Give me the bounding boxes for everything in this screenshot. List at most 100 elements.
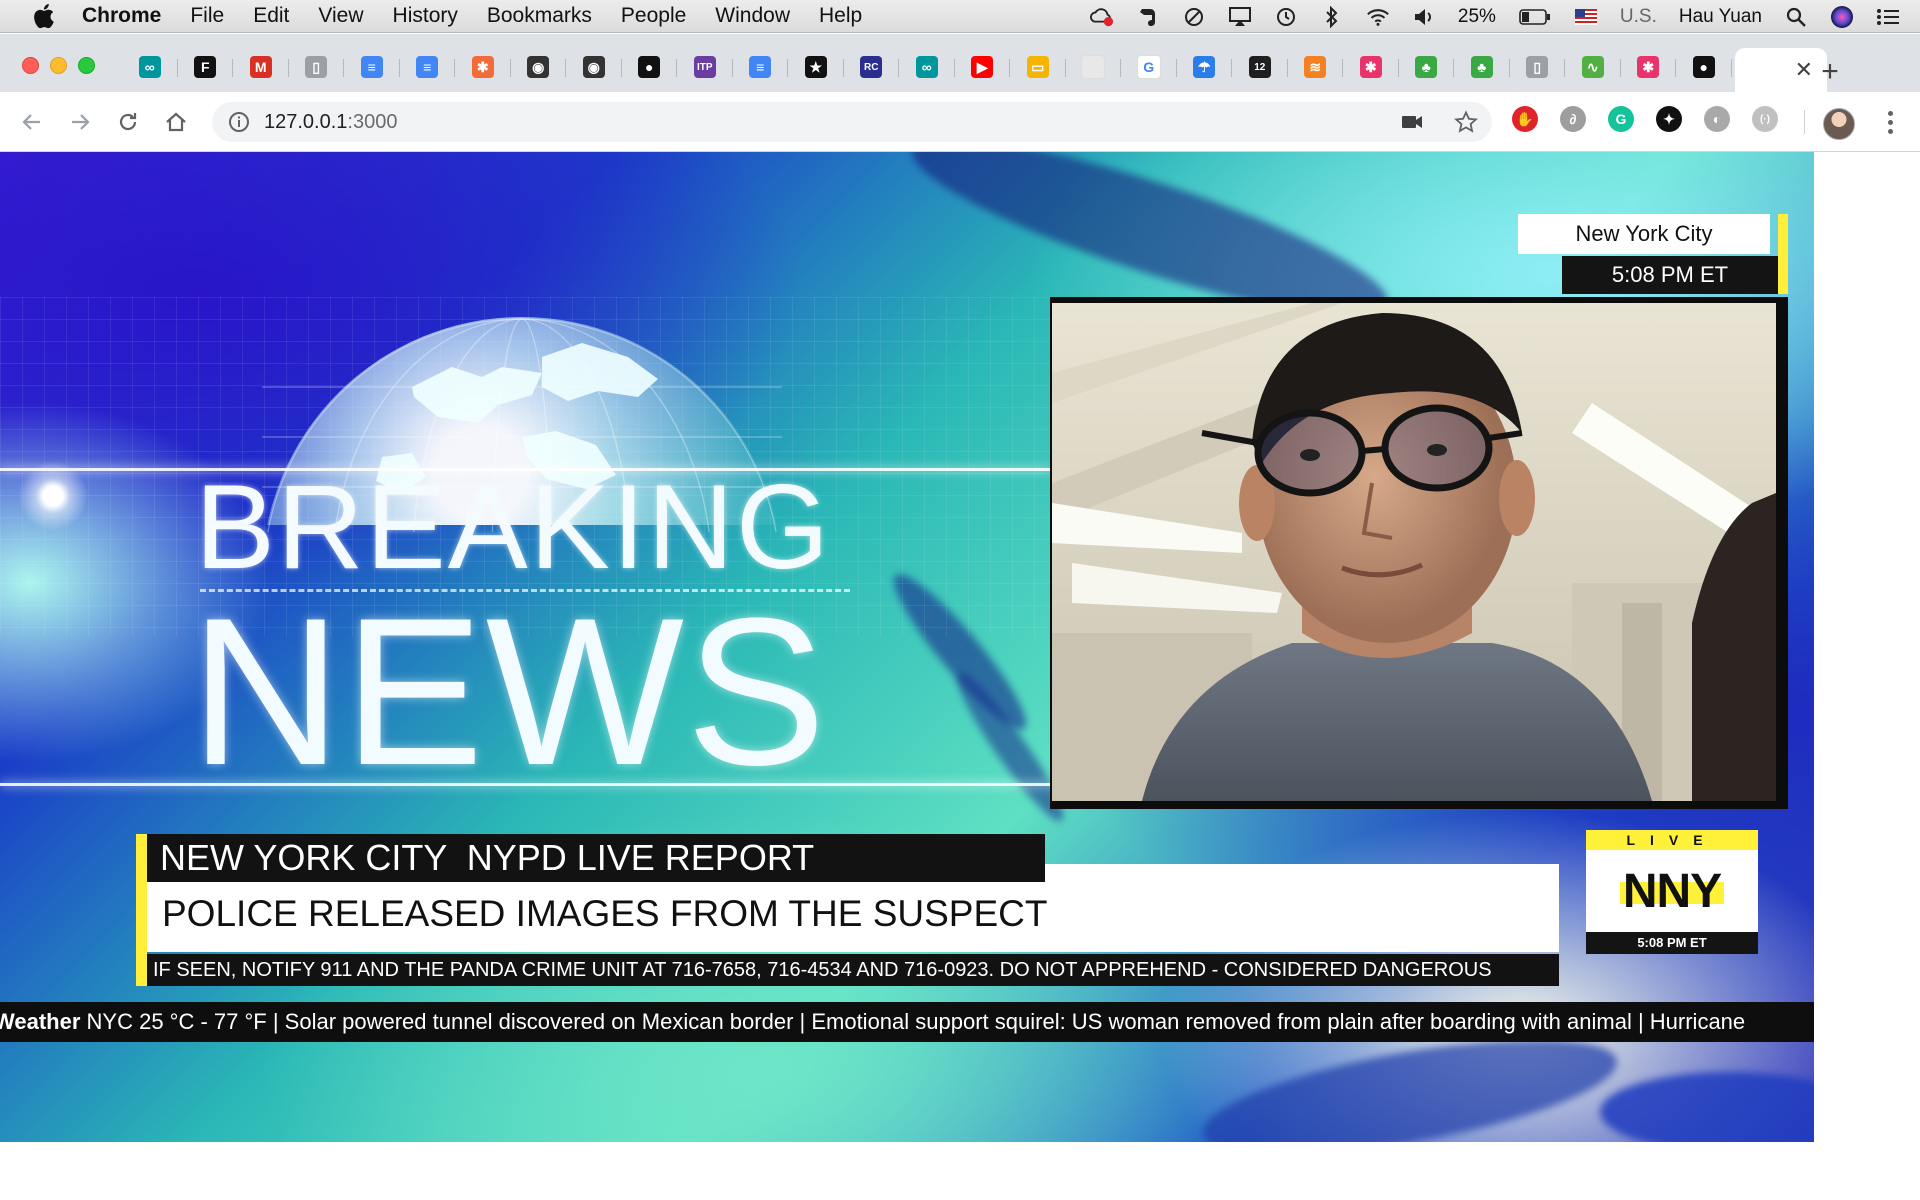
pinned-tab[interactable]: ♣ [1399, 48, 1455, 86]
airplay-icon[interactable] [1228, 5, 1252, 29]
menu-people[interactable]: People [621, 4, 686, 28]
leaf-icon: ♣ [1415, 56, 1438, 78]
address-bar[interactable]: 127.0.0.1:3000 [212, 102, 1492, 142]
pinned-tab[interactable]: ≡ [400, 48, 456, 86]
url-port: :3000 [347, 110, 398, 133]
pinned-tab[interactable]: ✱ [455, 48, 511, 86]
pinned-tab[interactable]: ∿ [1565, 48, 1621, 86]
adblock-icon[interactable]: ✋ [1512, 106, 1538, 132]
pinned-tab[interactable]: ✱ [1343, 48, 1399, 86]
pinned-tab[interactable]: ● [622, 48, 678, 86]
framer-icon: F [194, 56, 217, 78]
spotlight-search-icon[interactable] [1784, 5, 1808, 29]
volume-icon[interactable] [1412, 5, 1436, 29]
circle-extension-icon[interactable]: ◐ [1704, 106, 1730, 132]
menu-file[interactable]: File [190, 4, 224, 28]
pinned-tab[interactable]: ≡ [733, 48, 789, 86]
pin-extension-icon[interactable]: ✦ [1656, 106, 1682, 132]
pinned-tab[interactable]: ▶ [955, 48, 1011, 86]
menu-window[interactable]: Window [715, 4, 790, 28]
itp-icon: ITP [693, 56, 716, 78]
browser-toolbar: 127.0.0.1:3000 ✋ ∂ G ✦ ◐ (·) [0, 92, 1920, 152]
stackoverflow-icon: ≋ [1304, 56, 1327, 78]
grey-extension-icon[interactable]: ∂ [1560, 106, 1586, 132]
time-machine-icon[interactable] [1274, 5, 1298, 29]
menu-app-name[interactable]: Chrome [82, 4, 161, 28]
pinned-tab[interactable] [1066, 48, 1122, 86]
tab-close-icon[interactable]: ✕ [1795, 57, 1813, 83]
battery-percentage: 25% [1457, 5, 1496, 27]
pinned-tab[interactable]: ● [1676, 48, 1732, 86]
pinned-tab[interactable]: ☂ [1177, 48, 1233, 86]
google-docs-icon: ≡ [360, 56, 383, 78]
extension-icons: ✋ ∂ G ✦ ◐ (·) [1512, 106, 1778, 132]
gmail-icon: M [249, 56, 272, 78]
do-not-disturb-icon[interactable] [1182, 5, 1206, 29]
forward-arrow-icon[interactable] [64, 106, 96, 138]
back-arrow-icon[interactable] [16, 106, 48, 138]
pinned-tab[interactable]: ◉ [511, 48, 567, 86]
user-name[interactable]: Hau Yuan [1679, 6, 1762, 28]
grammarly-icon[interactable]: G [1608, 106, 1634, 132]
menu-help[interactable]: Help [819, 4, 862, 28]
window-zoom-button[interactable] [78, 57, 95, 74]
reload-icon[interactable] [112, 106, 144, 138]
menu-history[interactable]: History [393, 4, 458, 28]
ticker-content: NYC 25 °C - 77 °F | Solar powered tunnel… [80, 1009, 1746, 1034]
bracket-extension-icon[interactable]: (·) [1752, 106, 1778, 132]
pinned-tab[interactable]: ▭ [1010, 48, 1066, 86]
breaking-title: BREAKING [195, 460, 832, 594]
bookmark-star-icon[interactable] [1454, 110, 1478, 139]
us-flag-icon[interactable] [1574, 5, 1598, 29]
window-close-button[interactable] [22, 57, 39, 74]
notification-center-icon[interactable] [1876, 5, 1900, 29]
camera-in-use-icon[interactable] [1400, 110, 1424, 139]
menu-view[interactable]: View [318, 4, 363, 28]
wifi-icon[interactable] [1366, 5, 1390, 29]
apple-menu-icon[interactable] [30, 1, 60, 31]
url-host: 127.0.0.1 [264, 110, 348, 133]
pinned-tab[interactable]: ★ [788, 48, 844, 86]
pinned-tabs: ∞ F M ▯ ≡ ≡ ✱ ◉ ◉ ● ITP ≡ ★ RC ∞ ▶ ▭ G ☂ 12 ≋ ✱ ♣ ♣ ▯ ∿ ✱ ● [122, 48, 1732, 86]
pinned-tab[interactable]: F [178, 48, 234, 86]
pinned-tab[interactable]: ∞ [899, 48, 955, 86]
document-icon: ▯ [1526, 56, 1549, 78]
home-icon[interactable] [160, 106, 192, 138]
pinned-tab[interactable]: ITP [677, 48, 733, 86]
github-icon: ● [638, 56, 661, 78]
background-streak [1600, 1072, 1814, 1142]
youtube-icon: ▶ [971, 56, 994, 78]
siri-icon[interactable] [1830, 5, 1854, 29]
omnibox-actions [1400, 110, 1478, 139]
pinned-tab[interactable]: G [1121, 48, 1177, 86]
pinned-tab[interactable]: ≋ [1288, 48, 1344, 86]
creative-cloud-icon[interactable] [1089, 5, 1114, 29]
battery-icon[interactable] [1518, 5, 1552, 29]
pinned-tab[interactable]: ≡ [344, 48, 400, 86]
pinned-tab[interactable]: ∞ [122, 48, 178, 86]
arduino-icon: ∞ [138, 56, 161, 78]
window-minimize-button[interactable] [50, 57, 67, 74]
bluetooth-icon[interactable] [1320, 5, 1344, 29]
tab-strip: ∞ F M ▯ ≡ ≡ ✱ ◉ ◉ ● ITP ≡ ★ RC ∞ ▶ ▭ G ☂ 12 ≋ ✱ ♣ ♣ ▯ ∿ ✱ ● ✕ + [0, 34, 1920, 92]
menu-edit[interactable]: Edit [253, 4, 289, 28]
toolbar-divider [1804, 110, 1805, 134]
new-tab-button[interactable]: + [1812, 54, 1848, 90]
chrome-menu-icon[interactable] [1880, 106, 1900, 138]
pinned-tab[interactable]: RC [844, 48, 900, 86]
pinned-tab[interactable]: ◉ [566, 48, 622, 86]
site-info-icon[interactable] [228, 111, 250, 133]
pinned-tab[interactable]: ✱ [1621, 48, 1677, 86]
blank-tab-icon [1081, 55, 1106, 79]
input-source-label[interactable]: U.S. [1620, 6, 1657, 28]
pinned-tab[interactable]: 12 [1232, 48, 1288, 86]
evernote-icon[interactable] [1136, 5, 1160, 29]
menu-bookmarks[interactable]: Bookmarks [487, 4, 592, 28]
pinned-tab[interactable]: ♣ [1454, 48, 1510, 86]
pinned-tab[interactable]: M [233, 48, 289, 86]
pinned-tab[interactable]: ▯ [1510, 48, 1566, 86]
profile-avatar[interactable] [1823, 108, 1855, 140]
umbrella-icon: ☂ [1193, 56, 1216, 78]
pinned-tab[interactable]: ▯ [289, 48, 345, 86]
url-text[interactable]: 127.0.0.1:3000 [264, 111, 397, 134]
